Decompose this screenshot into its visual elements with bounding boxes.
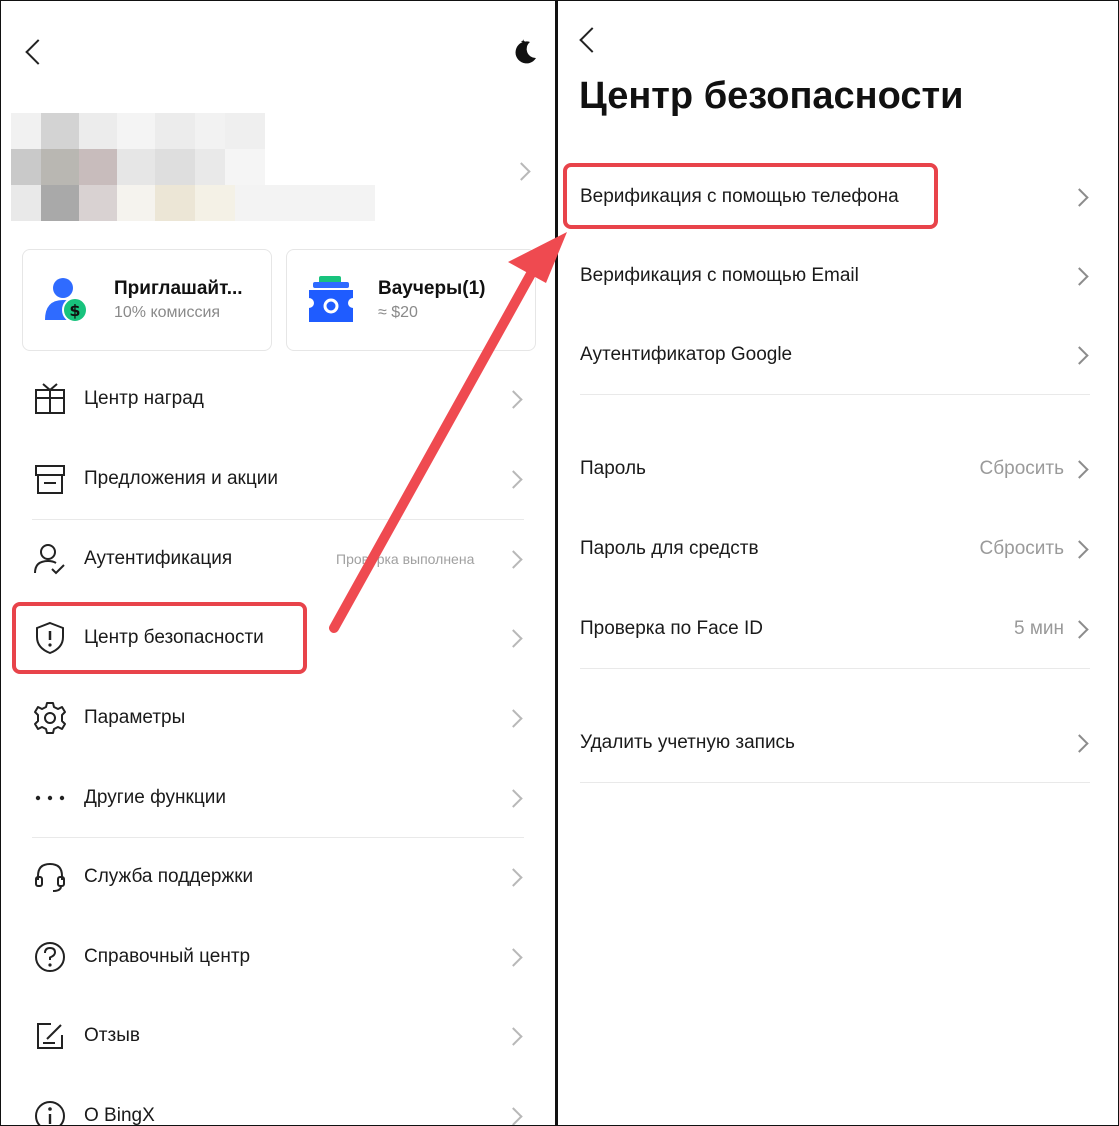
annotation-arrow-icon (329, 232, 567, 633)
